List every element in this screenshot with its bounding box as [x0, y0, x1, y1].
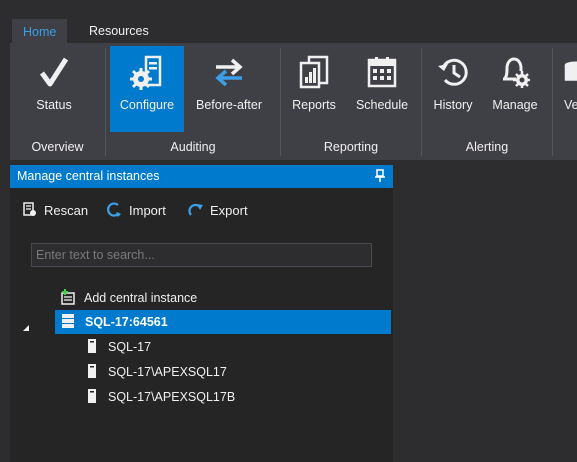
reports-button[interactable]: Reports [286, 46, 342, 132]
group-label-overview: Overview [31, 140, 84, 154]
tree-child-label: SQL-17\APEXSQL17 [108, 365, 227, 379]
calendar-icon [350, 54, 414, 90]
group-label-reporting: Reporting [323, 140, 379, 154]
schedule-label: Schedule [355, 98, 409, 112]
checkmark-icon [18, 54, 90, 90]
before-after-button[interactable]: Before-after [188, 46, 270, 132]
collapse-arrow-icon[interactable] [22, 319, 30, 331]
server-icon [88, 364, 96, 378]
server-icon [88, 339, 96, 353]
add-central-instance-item[interactable]: Add central instance [60, 286, 197, 310]
pin-icon[interactable] [374, 168, 386, 184]
add-server-icon [61, 289, 75, 305]
server-group-icon [62, 314, 74, 328]
status-button[interactable]: Status [18, 46, 90, 132]
tree-child-item[interactable]: SQL-17\APEXSQL17B [86, 385, 235, 409]
tab-home[interactable]: Home [12, 19, 68, 44]
reports-label: Reports [292, 98, 336, 112]
history-label: History [433, 98, 473, 112]
tree-child-item[interactable]: SQL-17 [86, 335, 151, 359]
schedule-button[interactable]: Schedule [350, 46, 414, 132]
manage-button[interactable]: Manage [486, 46, 544, 132]
group-label-alerting: Alerting [465, 140, 509, 154]
workspace-area [393, 160, 577, 462]
add-central-instance-label: Add central instance [84, 291, 198, 305]
tree-child-label: SQL-17 [108, 340, 152, 354]
reports-icon [286, 54, 342, 90]
history-button[interactable]: History [428, 46, 478, 132]
server-icon [88, 389, 96, 403]
import-label: Import [129, 202, 166, 218]
tree-child-label: SQL-17\APEXSQL17B [108, 390, 236, 404]
server-config-icon [110, 54, 184, 90]
group-label-auditing: Auditing [170, 140, 216, 154]
export-button[interactable]: Export [187, 200, 248, 220]
export-label: Export [210, 202, 248, 218]
rescan-button[interactable]: Rescan [22, 200, 88, 220]
tab-resources[interactable]: Resources [78, 19, 160, 44]
tree-child-item[interactable]: SQL-17\APEXSQL17 [86, 360, 227, 384]
import-icon [107, 202, 121, 217]
history-icon [428, 54, 478, 90]
tree-root-item[interactable]: SQL-17:64561 [55, 310, 391, 334]
view-label: Ve [564, 98, 577, 112]
view-button[interactable]: Ve [560, 46, 577, 132]
swap-arrows-icon [188, 54, 270, 90]
import-button[interactable]: Import [106, 200, 166, 220]
search-input[interactable] [31, 243, 372, 267]
manage-label: Manage [492, 98, 538, 112]
group-separator [552, 48, 553, 156]
bell-gear-icon [486, 54, 544, 90]
rescan-label: Rescan [44, 202, 89, 218]
database-icon [563, 54, 577, 90]
export-icon [188, 203, 203, 216]
tree-root-label: SQL-17:64561 [85, 315, 168, 329]
before-after-label: Before-after [195, 98, 262, 112]
configure-label: Configure [119, 98, 175, 112]
rescan-icon [23, 202, 36, 216]
panel-title: Manage central instances [17, 169, 160, 183]
status-label: Status [36, 98, 72, 112]
configure-button[interactable]: Configure [110, 46, 184, 132]
